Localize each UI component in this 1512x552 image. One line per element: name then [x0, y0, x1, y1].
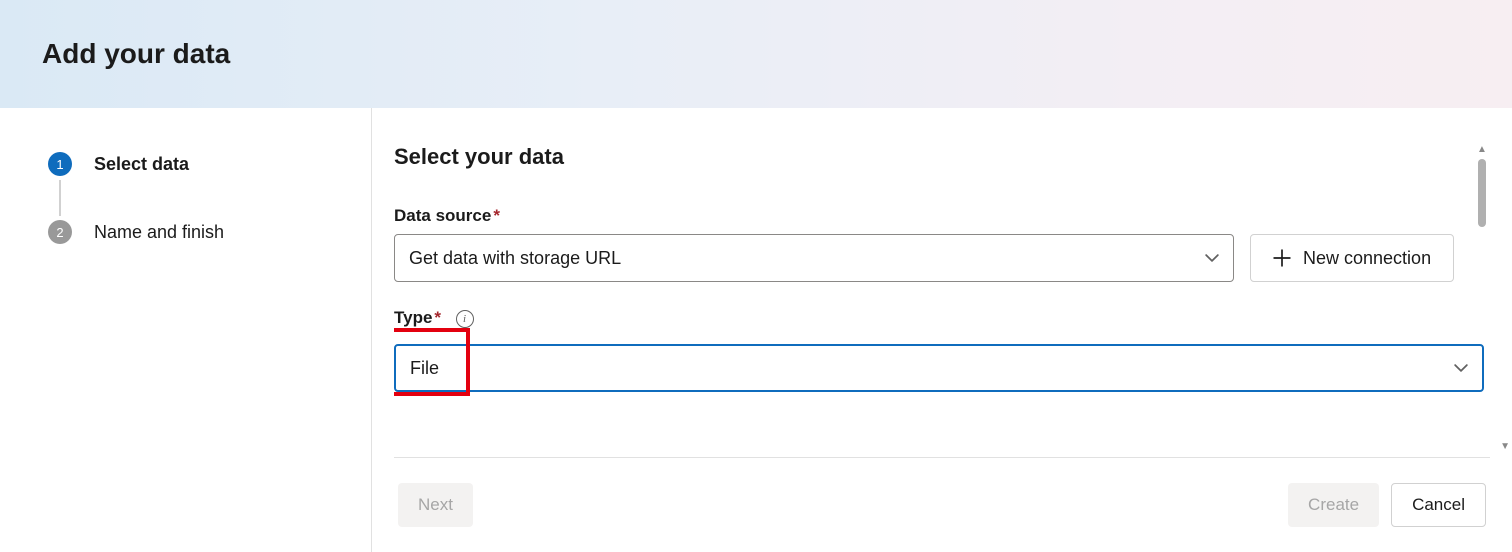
dialog-header: Add your data — [0, 0, 1512, 108]
chevron-down-icon — [1454, 361, 1468, 375]
new-connection-button[interactable]: New connection — [1250, 234, 1454, 282]
new-connection-label: New connection — [1303, 248, 1431, 269]
type-label: Type* — [394, 308, 441, 328]
required-asterisk: * — [434, 308, 441, 327]
required-asterisk: * — [493, 206, 500, 225]
scroll-down-arrow-icon: ▼ — [1500, 441, 1510, 452]
data-source-dropdown[interactable]: Get data with storage URL — [394, 234, 1234, 282]
section-title: Select your data — [394, 144, 1490, 170]
dialog-footer: Next Create Cancel — [394, 457, 1490, 552]
data-source-value: Get data with storage URL — [409, 248, 621, 269]
type-dropdown[interactable]: File — [394, 344, 1484, 392]
step-number-badge: 1 — [48, 152, 72, 176]
next-button[interactable]: Next — [398, 483, 473, 527]
step-label: Name and finish — [94, 222, 224, 243]
data-source-label: Data source* — [394, 206, 500, 226]
create-button[interactable]: Create — [1288, 483, 1379, 527]
plus-icon — [1273, 249, 1291, 267]
step-label: Select data — [94, 154, 189, 175]
step-connector — [59, 180, 61, 216]
main-panel: Select your data Data source* Get data w… — [372, 108, 1512, 552]
step-name-and-finish[interactable]: 2 Name and finish — [48, 216, 347, 248]
info-icon[interactable]: i — [456, 310, 474, 328]
dialog-title: Add your data — [42, 38, 230, 70]
cancel-button[interactable]: Cancel — [1391, 483, 1486, 527]
steps-sidebar: 1 Select data 2 Name and finish — [0, 108, 372, 552]
scrollbar[interactable]: ▲ — [1476, 144, 1488, 457]
type-value: File — [410, 358, 439, 379]
step-number-badge: 2 — [48, 220, 72, 244]
step-select-data[interactable]: 1 Select data — [48, 148, 347, 180]
chevron-down-icon — [1205, 251, 1219, 265]
dialog-body: 1 Select data 2 Name and finish Select y… — [0, 108, 1512, 552]
